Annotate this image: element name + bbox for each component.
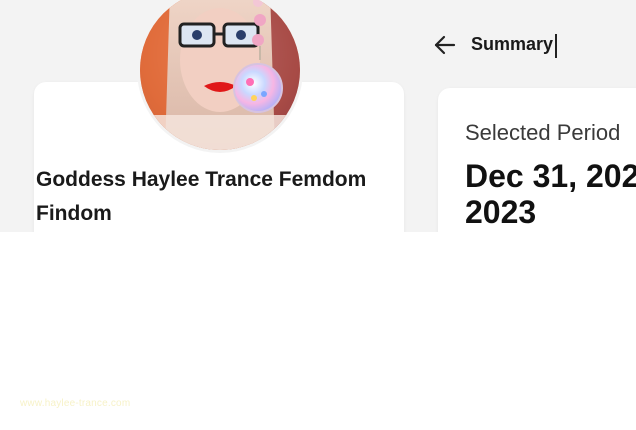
period-label: Selected Period bbox=[465, 120, 621, 145]
watermark: www.haylee-trance.com bbox=[20, 398, 131, 409]
arrow-left-icon[interactable] bbox=[432, 32, 458, 58]
profile-name: Goddess Haylee Trance Femdom Findom bbox=[36, 168, 367, 225]
top-area: Goddess Haylee Trance Femdom Findom Summ… bbox=[0, 0, 636, 232]
text-cursor bbox=[555, 34, 557, 58]
period-value: Dec 31, 202 2023 bbox=[465, 158, 636, 230]
page-title: Summary bbox=[471, 34, 554, 54]
